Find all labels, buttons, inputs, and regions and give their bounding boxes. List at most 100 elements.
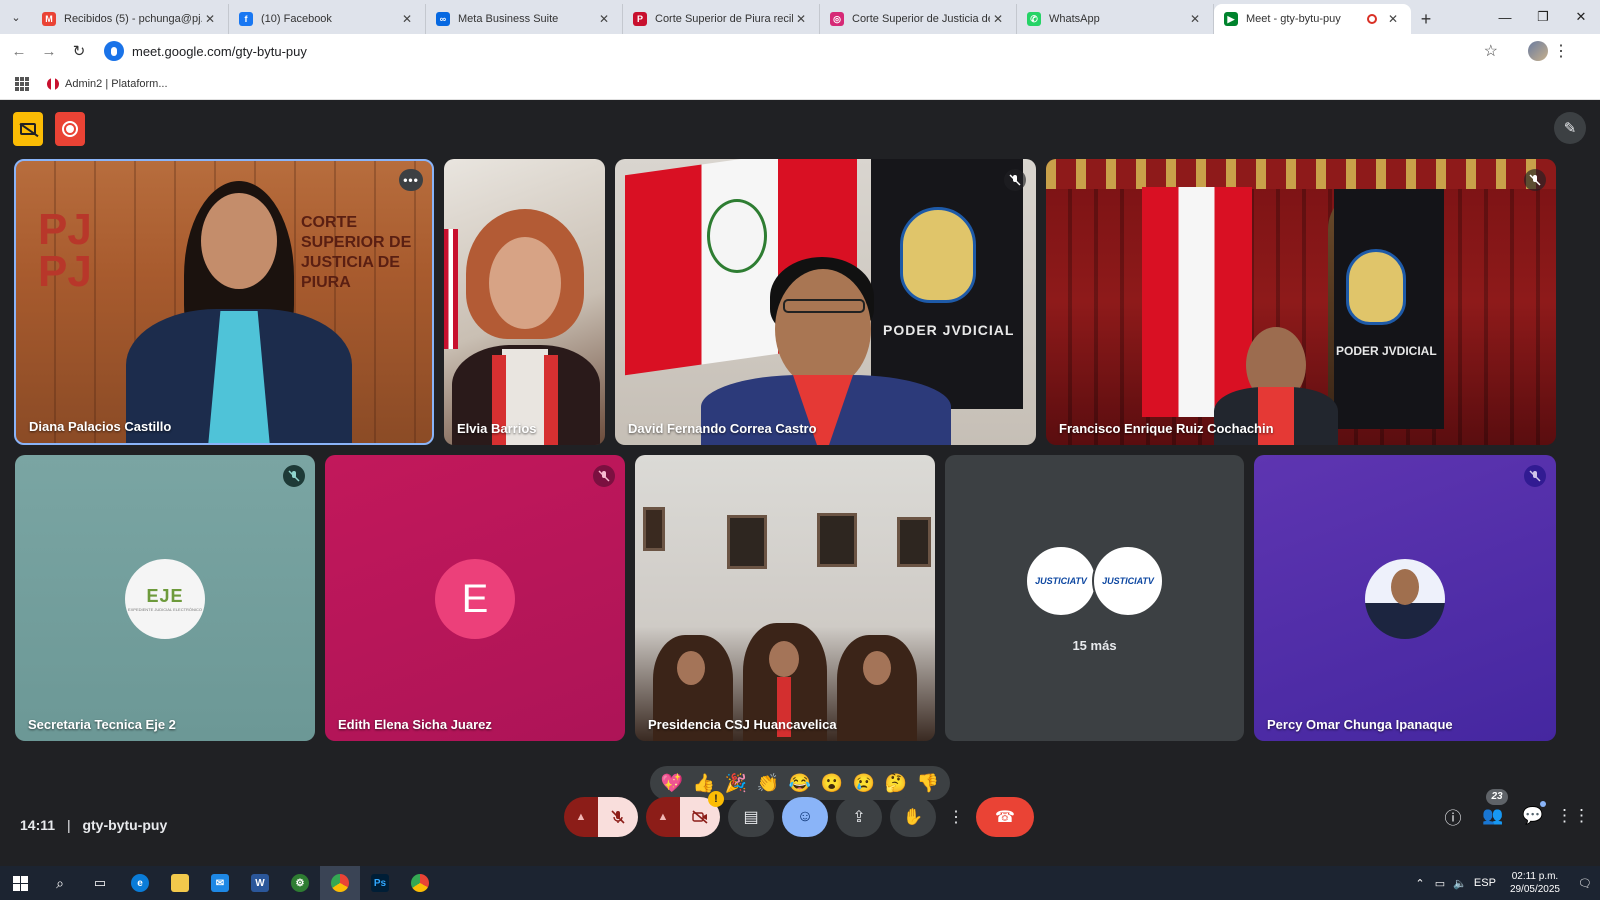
back-icon[interactable]: ← [4,43,34,60]
reaction-sad[interactable]: 😢 [850,773,878,794]
tab-search-icon[interactable]: ⌄ [0,0,32,34]
app-icon[interactable]: ⚙ [280,866,320,900]
mic-control: ▲ [564,797,638,837]
close-tab-icon[interactable]: ✕ [793,12,809,26]
present-screen-button[interactable]: ⇪ [836,797,882,837]
camera-off-indicator-button[interactable] [13,112,43,146]
camera-options-chevron-icon[interactable]: ▲ [646,797,680,837]
participant-tile-edith[interactable]: E Edith Elena Sicha Juarez [325,455,625,741]
participant-tile-francisco[interactable]: PODER JVDICIAL Francisco Enrique Ruiz Co… [1046,159,1556,445]
instagram-icon: ◎ [830,12,844,26]
recording-indicator-button[interactable] [55,112,85,146]
browser-tab[interactable]: ▶ Meet - gty-bytu-puy ✕ [1214,4,1411,34]
apps-grid-icon[interactable] [15,76,29,91]
notifications-icon[interactable]: 🗨 [1570,877,1600,890]
close-tab-icon[interactable]: ✕ [990,12,1006,26]
tab-title: Recibidos (5) - pchunga@pj.gob.pe [64,13,202,25]
photoshop-icon[interactable]: Ps [360,866,400,900]
reaction-surprised[interactable]: 😮 [818,773,846,794]
search-icon[interactable]: ⌕ [40,866,80,900]
bookmark-star-icon[interactable]: ☆ [1484,41,1498,61]
chrome-icon[interactable] [320,866,360,900]
task-view-icon[interactable]: ▭ [80,866,120,900]
close-window-icon[interactable]: ✕ [1562,0,1600,34]
muted-mic-icon [593,465,615,487]
browser-tab[interactable]: ◎ Corte Superior de Justicia de Piura✕ [820,4,1017,34]
address-bar[interactable]: meet.google.com/gty-bytu-puy ☆ [102,37,1512,65]
new-tab-button[interactable]: + [1411,4,1441,34]
participant-tile-david[interactable]: PODER JVDICIAL David Fernando Correa Cas… [615,159,1036,445]
muted-mic-icon [1524,465,1546,487]
clock[interactable]: 02:11 p.m. 29/05/2025 [1510,870,1560,896]
language-indicator[interactable]: ESP [1470,877,1500,889]
leave-call-button[interactable]: ☎ [976,797,1034,837]
meeting-details-icon[interactable]: ⓘ [1440,803,1466,829]
meet-icon: ▶ [1224,12,1238,26]
browser-tab[interactable]: f (10) Facebook ✕ [229,4,426,34]
url-text[interactable]: meet.google.com/gty-bytu-puy [132,44,1484,59]
browser-tab[interactable]: ✆ WhatsApp ✕ [1017,4,1214,34]
participant-tile-elvia[interactable]: Elvia Barrios [444,159,605,445]
profile-avatar[interactable] [1528,41,1548,61]
minimize-icon[interactable]: — [1486,0,1524,34]
windows-logo-icon [12,875,28,891]
close-tab-icon[interactable]: ✕ [1187,12,1203,26]
edge-icon[interactable]: e [120,866,160,900]
participant-tile-presidencia[interactable]: Presidencia CSJ Huancavelica [635,455,935,741]
reaction-clap[interactable]: 👏 [754,773,782,794]
browser-menu-icon[interactable]: ⋮ [1548,41,1574,61]
more-options-icon[interactable]: ••• [399,169,423,191]
network-icon[interactable]: ▭ [1430,877,1450,890]
avatar: E [435,559,515,639]
browser-tab[interactable]: ∞ Meta Business Suite ✕ [426,4,623,34]
more-options-button[interactable]: ⋮ [944,797,968,837]
peru-coat-of-arms [707,199,767,273]
chat-icon[interactable]: 💬 [1520,801,1546,829]
captions-button[interactable]: ▤ [728,797,774,837]
reaction-heart[interactable]: 💖 [658,773,686,794]
raise-hand-button[interactable]: ✋ [890,797,936,837]
word-icon[interactable]: W [240,866,280,900]
browser-tab-strip: ⌄ MRecibidos (5) - pchunga@pj.gob.pe✕f(1… [0,0,1600,34]
activities-icon[interactable]: ⋮⋮ [1556,803,1590,829]
reaction-thinking[interactable]: 🤔 [882,773,910,794]
volume-icon[interactable]: 🔈 [1450,877,1470,890]
reaction-laugh[interactable]: 😂 [786,773,814,794]
people-icon[interactable]: 👥 23 [1480,789,1508,829]
file-explorer-icon[interactable] [160,866,200,900]
mic-options-chevron-icon[interactable]: ▲ [564,797,598,837]
participant-name: Percy Omar Chunga Ipanaque [1267,717,1453,732]
reload-icon[interactable]: ↻ [64,42,94,60]
portrait-frame [643,507,665,551]
close-tab-icon[interactable]: ✕ [1385,12,1401,26]
reaction-party[interactable]: 🎉 [722,773,750,794]
eje-logo-subtitle: EXPEDIENTE JUDICIAL ELECTRÓNICO [127,607,203,612]
participant-tile-percy[interactable]: Percy Omar Chunga Ipanaque [1254,455,1556,741]
flag-text: PODER JVDICIAL [883,322,1015,338]
restore-icon[interactable]: ❐ [1524,0,1562,34]
portrait-frame [897,517,931,567]
chevron-up-icon[interactable]: ⌃ [1410,877,1430,890]
bookmark-label: Admin2 | Plataform... [65,77,168,90]
participant-tile-eje[interactable]: EJE EXPEDIENTE JUDICIAL ELECTRÓNICO Secr… [15,455,315,741]
others-tile[interactable]: JUSTICIATV JUSTICIATV 15 más [945,455,1244,741]
browser-tab[interactable]: P Corte Superior de Piura recibió ✕ [623,4,820,34]
edit-pencil-icon[interactable]: ✎ [1554,112,1586,144]
mail-icon[interactable]: ✉ [200,866,240,900]
window-controls: — ❐ ✕ [1486,0,1600,34]
start-button[interactable] [0,866,40,900]
mic-off-button[interactable] [598,797,638,837]
bookmark-admin2[interactable]: Admin2 | Plataform... [47,77,168,90]
reactions-button[interactable]: ☺ [782,797,828,837]
participant-name: Edith Elena Sicha Juarez [338,717,492,732]
close-tab-icon[interactable]: ✕ [596,12,612,26]
close-tab-icon[interactable]: ✕ [202,12,218,26]
reaction-thumbs-down[interactable]: 👎 [914,773,942,794]
browser-tab[interactable]: M Recibidos (5) - pchunga@pj.gob.pe✕ [32,4,229,34]
side-panel-controls: ⓘ 👥 23 💬 ⋮⋮ [1440,789,1590,829]
forward-icon[interactable]: → [34,43,64,60]
close-tab-icon[interactable]: ✕ [399,12,415,26]
participant-tile-diana[interactable]: PJ PJ CORTE SUPERIOR DE JUSTICIA DE PIURA… [14,159,434,445]
microphone-in-use-icon[interactable] [104,41,124,61]
chrome-profile-icon[interactable] [400,866,440,900]
